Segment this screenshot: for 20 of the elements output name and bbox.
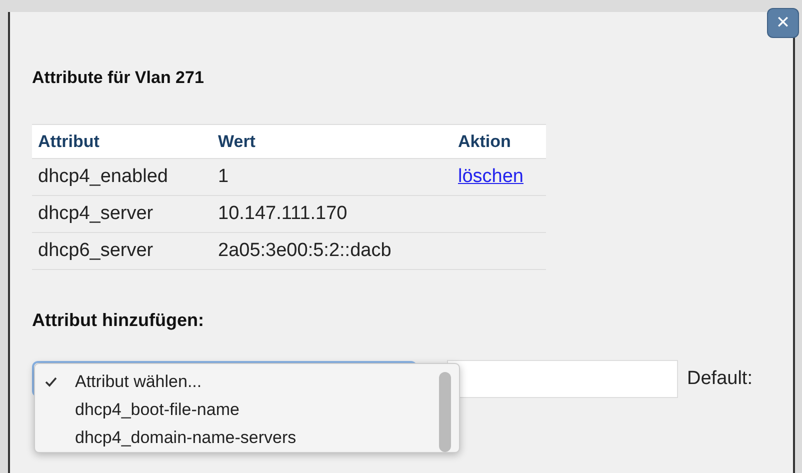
close-button[interactable]: ✕ (767, 8, 799, 38)
scrollbar-thumb[interactable] (439, 372, 451, 452)
dialog-title: Attribute für Vlan 271 (32, 68, 205, 88)
value-input[interactable] (447, 360, 678, 398)
table-cell: 1 (212, 159, 452, 196)
dropdown-option[interactable]: dhcp4_domain-name-servers (35, 424, 435, 452)
table-cell: dhcp4_enabled (32, 159, 212, 196)
section-heading: Attribut hinzufügen: (32, 310, 205, 331)
dropdown-option[interactable]: dhcp4_boot-file-name (35, 396, 435, 424)
table-cell: 2a05:3e00:5:2::dacb (212, 233, 452, 270)
table-cell: dhcp4_server (32, 196, 212, 233)
column-header: Aktion (452, 125, 546, 159)
checkmark-icon (45, 377, 57, 387)
delete-link[interactable]: löschen (458, 166, 524, 188)
dropdown-option[interactable]: Attribut wählen... (35, 368, 435, 396)
column-header: Wert (212, 125, 452, 159)
column-header: Attribut (32, 125, 212, 159)
table-cell: dhcp6_server (32, 233, 212, 270)
default-label: Default: (687, 368, 752, 390)
table-cell: 10.147.111.170 (212, 196, 452, 233)
